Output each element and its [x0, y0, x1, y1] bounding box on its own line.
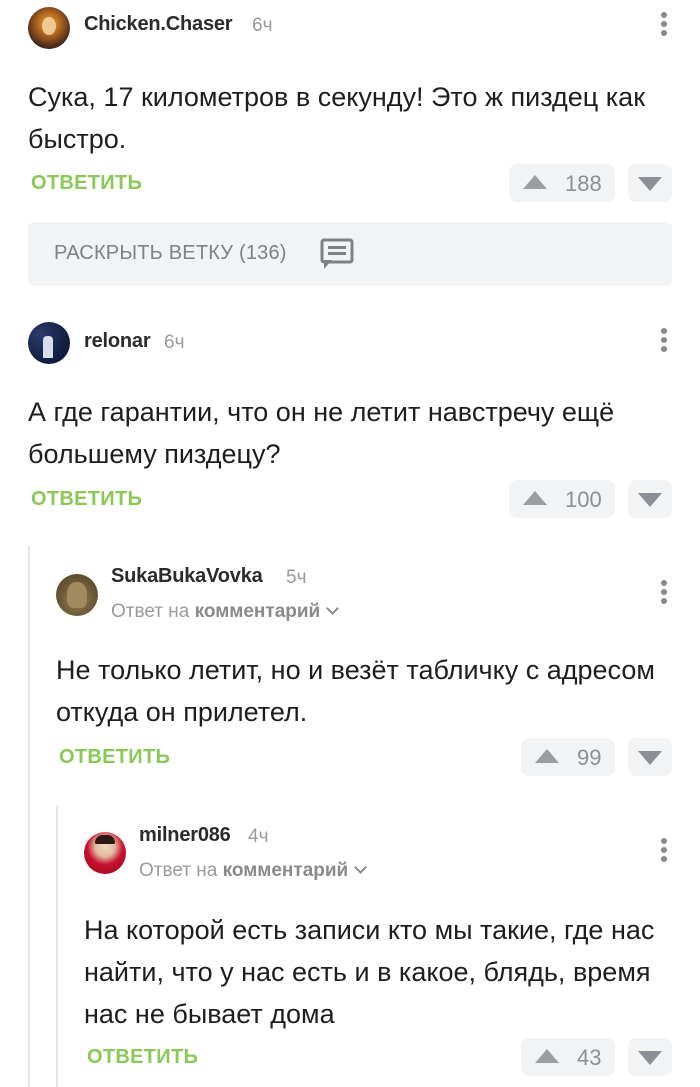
username[interactable]: relonar	[84, 330, 151, 353]
reply-button[interactable]: ОТВЕТИТЬ	[31, 172, 142, 195]
username[interactable]: SukaBukaVovka	[111, 565, 263, 588]
expand-branch-label: РАСКРЫТЬ ВЕТКУ (136)	[54, 242, 287, 264]
avatar-hair	[95, 835, 115, 844]
reply-to-link[interactable]: комментарий	[195, 601, 321, 622]
chevron-down-icon[interactable]	[354, 861, 368, 874]
avatar-figure	[43, 336, 53, 358]
downvote-button[interactable]	[628, 1038, 672, 1076]
reply-to: Ответ на комментарий	[111, 601, 340, 623]
avatar[interactable]	[28, 7, 70, 49]
upvote-arrow-icon	[523, 491, 547, 505]
vote-count: 100	[565, 487, 602, 512]
timestamp: 6ч	[252, 15, 273, 36]
reply-to-prefix: Ответ на	[111, 601, 190, 622]
reply-button[interactable]: ОТВЕТИТЬ	[87, 1046, 198, 1069]
avatar-face	[42, 17, 56, 35]
expand-branch-button[interactable]: РАСКРЫТЬ ВЕТКУ (136)	[28, 222, 672, 286]
downvote-arrow-icon	[638, 1051, 662, 1065]
thread-line	[56, 806, 58, 1087]
downvote-arrow-icon	[638, 177, 662, 191]
vote-count: 99	[577, 745, 602, 770]
more-vertical-icon[interactable]	[660, 12, 668, 40]
reply-to: Ответ на комментарий	[139, 860, 368, 882]
reply-to-link[interactable]: комментарий	[223, 860, 349, 881]
downvote-button[interactable]	[628, 164, 672, 202]
upvote-button[interactable]: 43	[521, 1038, 615, 1076]
timestamp: 4ч	[248, 826, 269, 847]
reply-to-prefix: Ответ на	[139, 860, 218, 881]
comment-text: Сука, 17 километров в секунду! Это ж пиз…	[28, 82, 646, 154]
username[interactable]: milner086	[139, 824, 231, 847]
reply-button[interactable]: ОТВЕТИТЬ	[59, 746, 170, 769]
chevron-down-icon[interactable]	[326, 602, 340, 615]
upvote-button[interactable]: 188	[509, 164, 615, 202]
upvote-arrow-icon	[535, 749, 559, 763]
more-vertical-icon[interactable]	[660, 580, 668, 608]
avatar-figure	[67, 582, 87, 608]
more-vertical-icon[interactable]	[660, 328, 668, 356]
vote-count: 188	[565, 171, 602, 196]
more-vertical-icon[interactable]	[660, 838, 668, 866]
downvote-button[interactable]	[628, 480, 672, 518]
upvote-arrow-icon	[535, 1049, 559, 1063]
downvote-arrow-icon	[638, 751, 662, 765]
avatar[interactable]	[84, 832, 126, 874]
comments-icon	[320, 238, 354, 269]
downvote-button[interactable]	[628, 738, 672, 776]
timestamp: 6ч	[164, 332, 185, 353]
comment-text: На которой есть записи кто мы такие, где…	[84, 915, 655, 1029]
timestamp: 5ч	[286, 567, 307, 588]
upvote-button[interactable]: 100	[509, 480, 615, 518]
username[interactable]: Chicken.Chaser	[84, 13, 233, 36]
avatar[interactable]	[56, 574, 98, 616]
comment-text: А где гарантии, что он не летит навстреч…	[28, 397, 615, 469]
comment-text: Не только летит, но и везёт табличку с а…	[56, 655, 655, 727]
downvote-arrow-icon	[638, 493, 662, 507]
avatar[interactable]	[28, 322, 70, 364]
reply-button[interactable]: ОТВЕТИТЬ	[31, 488, 142, 511]
vote-count: 43	[577, 1045, 602, 1070]
upvote-arrow-icon	[523, 175, 547, 189]
upvote-button[interactable]: 99	[521, 738, 615, 776]
thread-line	[28, 546, 30, 1087]
